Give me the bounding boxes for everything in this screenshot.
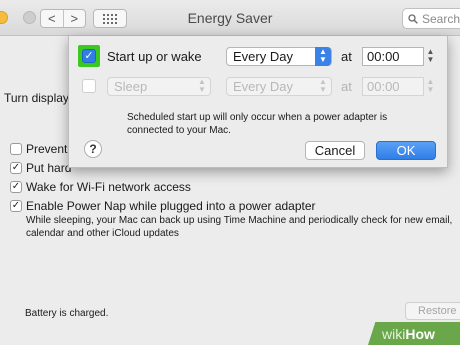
put-hard-disks-label: Put hard (26, 161, 72, 175)
sleep-action-select[interactable]: Sleep ▲ ▼ (107, 77, 211, 96)
turn-display-label: Turn display (4, 91, 69, 105)
search-input[interactable]: Search (402, 8, 460, 29)
chevron-updown-icon: ▲ ▼ (319, 77, 327, 94)
power-nap-description-1: While sleeping, your Mac can back up usi… (26, 215, 453, 226)
sleep-time-stepper[interactable]: ▲ ▼ (425, 77, 436, 96)
window-title: Energy Saver (187, 10, 273, 26)
battery-status: Battery is charged. (25, 308, 109, 319)
start-up-time-field[interactable]: 00:00 (362, 47, 424, 66)
schedule-note-line-1: Scheduled start up will only occur when … (127, 112, 388, 123)
prevent-sleep-checkbox[interactable] (10, 143, 22, 155)
sleep-schedule-select[interactable]: Every Day ▲ ▼ (226, 77, 332, 96)
start-up-schedule-select[interactable]: Every Day ▲ ▼ (226, 47, 332, 66)
schedule-note-line-2: connected to your Mac. (127, 125, 231, 136)
sleep-checkbox[interactable] (82, 79, 96, 93)
start-up-at-label: at (341, 49, 352, 64)
ok-button[interactable]: OK (376, 141, 436, 160)
help-button[interactable]: ? (84, 140, 102, 158)
search-icon (408, 13, 418, 24)
sleep-at-label: at (341, 79, 352, 94)
put-hard-disks-checkbox[interactable]: ✓ (10, 162, 22, 174)
wake-wifi-checkbox[interactable]: ✓ (10, 181, 22, 193)
search-placeholder: Search (422, 11, 460, 26)
start-up-schedule-value: Every Day (233, 49, 293, 64)
power-nap-checkbox[interactable]: ✓ (10, 200, 22, 212)
cancel-button[interactable]: Cancel (305, 141, 365, 160)
sleep-schedule-value: Every Day (233, 79, 293, 94)
watermark-how: How (405, 325, 435, 342)
start-up-label: Start up or wake (107, 49, 202, 64)
chevron-updown-icon: ▲ ▼ (198, 77, 206, 94)
start-up-checkbox[interactable]: ✓ (82, 49, 96, 63)
sleep-time-field[interactable]: 00:00 (362, 77, 424, 96)
start-up-time-stepper[interactable]: ▲ ▼ (425, 47, 436, 66)
schedule-note: Scheduled start up will only occur when … (127, 111, 387, 137)
chevron-updown-icon: ▲ ▼ (315, 47, 331, 66)
watermark-wiki: wiki (382, 325, 406, 342)
prevent-sleep-label: Prevent (26, 142, 68, 156)
title-bar: < > Energy Saver Search (0, 0, 460, 36)
sleep-action-value: Sleep (114, 79, 148, 94)
wikihow-watermark: wiki How (368, 322, 460, 345)
power-nap-description-2: calendar and other iCloud updates (26, 228, 179, 239)
power-nap-label: Enable Power Nap while plugged into a po… (26, 199, 316, 213)
schedule-sheet: ✓ Start up or wake Every Day ▲ ▼ at 00:00… (68, 36, 448, 168)
restore-defaults-button[interactable]: Restore (405, 302, 460, 320)
wake-wifi-label: Wake for Wi-Fi network access (26, 180, 191, 194)
